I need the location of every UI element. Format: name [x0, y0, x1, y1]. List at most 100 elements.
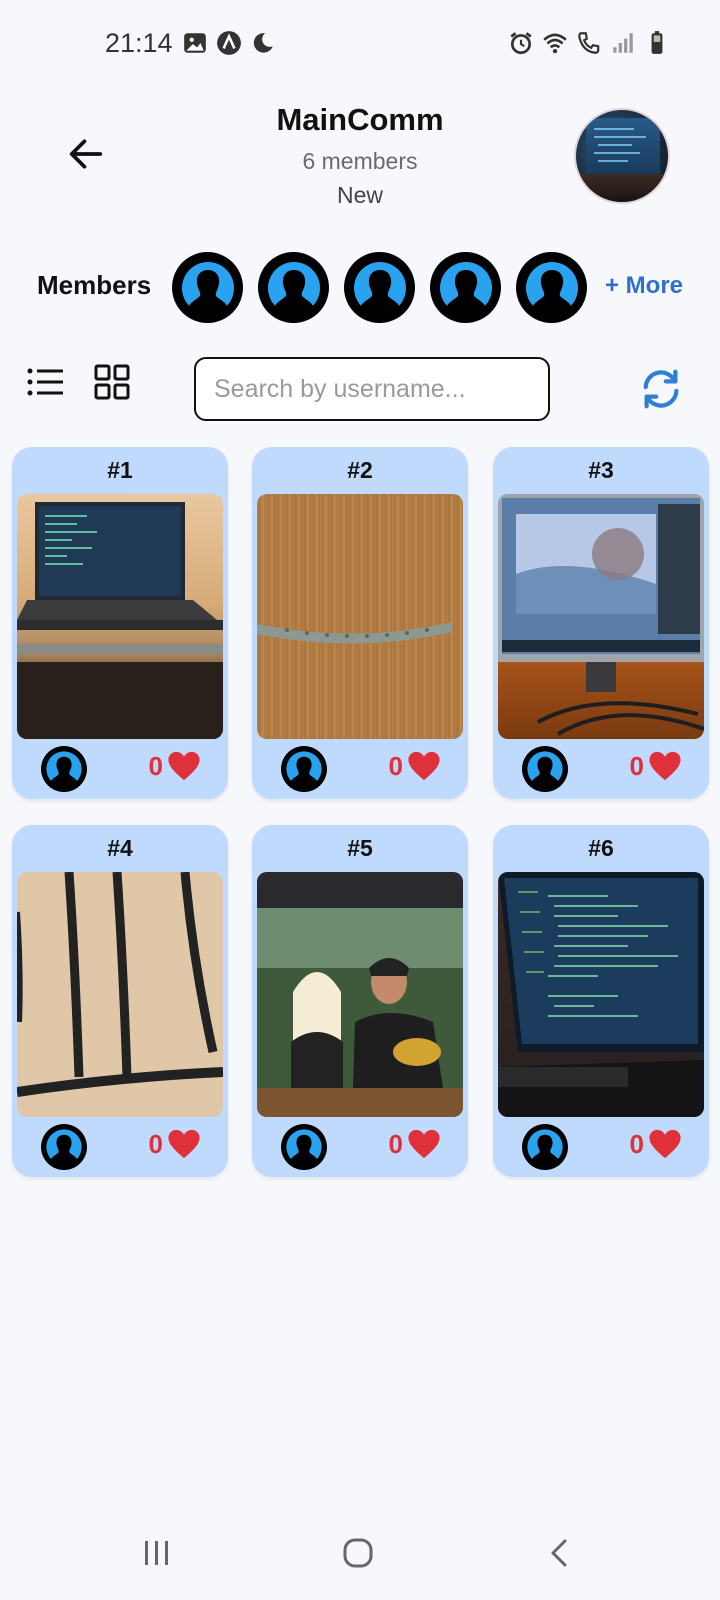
like-button[interactable]: 0 [630, 750, 682, 782]
gallery-icon [184, 33, 206, 53]
signal-icon [613, 33, 633, 53]
post-image-laptop[interactable] [17, 494, 223, 739]
grid-view-icon[interactable] [94, 364, 130, 400]
community-avatar-screen [586, 118, 660, 174]
post-image-drawing [257, 622, 452, 644]
recent-apps-button[interactable] [132, 1528, 182, 1578]
battery-icon [651, 31, 663, 54]
user-silhouette-icon [46, 751, 82, 788]
member-avatar[interactable] [344, 252, 415, 323]
user-silhouette-icon [527, 1129, 563, 1166]
post-number: #1 [107, 457, 133, 483]
wifi-icon [543, 33, 567, 54]
like-count: 0 [629, 1128, 644, 1159]
like-button[interactable]: 0 [389, 1128, 441, 1160]
heart-icon [649, 1129, 681, 1159]
user-silhouette-icon [181, 261, 234, 316]
more-members-link[interactable]: + More [605, 272, 683, 300]
member-avatar[interactable] [516, 252, 587, 323]
back-button[interactable] [62, 130, 110, 178]
user-silhouette-icon [46, 1129, 82, 1166]
home-button[interactable] [333, 1528, 383, 1578]
code-line [594, 152, 640, 154]
member-avatar[interactable] [430, 252, 501, 323]
code-line [598, 144, 632, 146]
like-count: 0 [148, 750, 163, 781]
post-author-avatar[interactable] [281, 1124, 327, 1170]
user-silhouette-icon [527, 751, 563, 788]
status-notification-icons [182, 30, 276, 56]
member-avatar[interactable] [258, 252, 329, 323]
post-card[interactable]: #5 0 [252, 825, 468, 1177]
back-arrow-icon [69, 139, 103, 169]
members-avatar-row [172, 252, 587, 323]
post-image-drawing [17, 872, 223, 1097]
like-button[interactable]: 0 [149, 1128, 201, 1160]
post-image-monitor[interactable] [498, 494, 704, 739]
member-avatar[interactable] [172, 252, 243, 323]
post-image-drawing [498, 872, 704, 1117]
post-card[interactable]: #4 0 [12, 825, 228, 1177]
like-button[interactable]: 0 [389, 750, 441, 782]
search-input[interactable] [194, 357, 550, 421]
user-silhouette-icon [286, 1129, 322, 1166]
like-count: 0 [388, 1128, 403, 1159]
post-image-code-monitor[interactable] [498, 872, 704, 1117]
home-icon [343, 1538, 373, 1568]
members-label: Members [37, 270, 152, 300]
chevron-left-icon [551, 1539, 567, 1567]
user-silhouette-icon [353, 261, 406, 316]
app-notification-icon [217, 31, 241, 55]
code-line [594, 128, 634, 130]
list-view-icon[interactable] [27, 367, 63, 397]
post-author-avatar[interactable] [522, 746, 568, 792]
post-number: #5 [347, 835, 373, 861]
recent-apps-icon [145, 1541, 168, 1565]
user-silhouette-icon [286, 751, 322, 788]
user-silhouette-icon [525, 261, 578, 316]
heart-icon [408, 751, 440, 781]
post-author-avatar[interactable] [522, 1124, 568, 1170]
community-avatar-desk [576, 174, 668, 202]
post-author-avatar[interactable] [281, 746, 327, 792]
status-time: 21:14 [105, 28, 173, 58]
code-line [598, 160, 628, 162]
community-avatar[interactable] [574, 108, 670, 204]
post-number: #3 [588, 457, 614, 483]
like-count: 0 [388, 750, 403, 781]
post-card[interactable]: #2 0 [252, 447, 468, 799]
post-image-drawing [17, 502, 223, 739]
heart-icon [168, 751, 200, 781]
user-silhouette-icon [439, 261, 492, 316]
post-author-avatar[interactable] [41, 1124, 87, 1170]
post-card[interactable]: #3 0 [493, 447, 709, 799]
post-author-avatar[interactable] [41, 746, 87, 792]
wifi-call-icon [578, 32, 600, 54]
post-card[interactable]: #6 0 [493, 825, 709, 1177]
post-card[interactable]: #1 0 [12, 447, 228, 799]
post-image-door[interactable] [257, 494, 463, 739]
post-image-fabric[interactable] [17, 872, 223, 1117]
post-image-drawing [257, 872, 463, 1117]
status-bar: 21:14 [0, 0, 720, 88]
post-number: #4 [107, 835, 133, 861]
heart-icon [649, 751, 681, 781]
like-count: 0 [148, 1128, 163, 1159]
refresh-icon[interactable] [638, 366, 684, 412]
do-not-disturb-moon-icon [253, 33, 273, 53]
system-nav-bar [0, 1506, 720, 1600]
post-number: #6 [588, 835, 614, 861]
code-line [594, 136, 646, 138]
status-system-icons [508, 30, 670, 56]
post-image-drawing [498, 494, 704, 736]
heart-icon [168, 1129, 200, 1159]
user-silhouette-icon [267, 261, 320, 316]
like-button[interactable]: 0 [630, 1128, 682, 1160]
heart-icon [408, 1129, 440, 1159]
like-button[interactable]: 0 [149, 750, 201, 782]
post-number: #2 [347, 457, 373, 483]
system-back-button[interactable] [535, 1528, 585, 1578]
alarm-icon [510, 32, 532, 55]
post-image-tv-screen[interactable] [257, 872, 463, 1117]
like-count: 0 [629, 750, 644, 781]
